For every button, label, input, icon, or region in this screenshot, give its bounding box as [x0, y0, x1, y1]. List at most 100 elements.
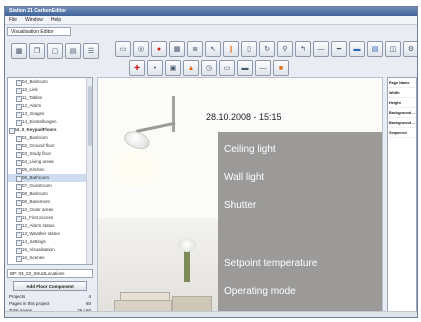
arrow-icon[interactable]: ↰: [295, 41, 311, 57]
button-icon[interactable]: ▬: [237, 60, 253, 76]
add-floor-component-button[interactable]: Add Floor Component: [13, 281, 87, 291]
shutter-button[interactable]: Shutter: [224, 200, 256, 211]
tab-label: Visualisation Editor: [11, 29, 54, 35]
app-window: Station 21 CarbonEditor File Window Help…: [4, 6, 418, 318]
page-icon[interactable]: ▯: [241, 41, 257, 57]
control-panel: Ceiling light Wall light Shutter Setpoin…: [218, 132, 382, 312]
window-title: Station 21 CarbonEditor: [9, 8, 67, 14]
text-icon[interactable]: ▭: [219, 60, 235, 76]
image-icon[interactable]: ▣: [165, 60, 181, 76]
sidebar: 04_Bedroom 10_Link 11_Tables 12_Alarm 13_Ima…: [7, 77, 93, 313]
menu-help[interactable]: Help: [51, 16, 61, 24]
tree-item[interactable]: 14_Settings: [8, 238, 92, 246]
tree-item[interactable]: 15_Visualisation: [8, 246, 92, 254]
link-icon[interactable]: ⚲: [277, 41, 293, 57]
alert-icon[interactable]: ■: [273, 60, 289, 76]
tree-item[interactable]: 03_Study floor: [8, 150, 92, 158]
tree-item[interactable]: 04_Bedroom: [8, 78, 92, 86]
tree-item[interactable]: 08_Bedroom: [8, 190, 92, 198]
ceiling-light-button[interactable]: Ceiling light: [224, 144, 276, 155]
prop-background-1[interactable]: Background ...: [388, 108, 416, 118]
pointer-icon[interactable]: ↖: [205, 41, 221, 57]
book: [120, 292, 170, 301]
window-title-bar: Station 21 CarbonEditor: [5, 7, 417, 16]
prop-width[interactable]: Width: [388, 88, 416, 98]
tree-item[interactable]: 05_Kitchen: [8, 166, 92, 174]
books: [110, 278, 220, 312]
operating-mode-button[interactable]: Operating mode: [224, 286, 296, 297]
status-bar: [5, 311, 417, 317]
layout-icon[interactable]: ▤: [65, 43, 81, 59]
record-icon[interactable]: ●: [151, 41, 167, 57]
warning-icon[interactable]: ▲: [183, 60, 199, 76]
lamp-stem: [172, 96, 175, 132]
stat-row: Projects 4: [7, 293, 93, 300]
prop-background-2[interactable]: Background ...: [388, 118, 416, 128]
tree-item[interactable]: 13_Images: [8, 110, 92, 118]
list-icon[interactable]: ≣: [187, 41, 203, 57]
tree-item[interactable]: 01_Bedroom: [8, 134, 92, 142]
page-tree[interactable]: 04_Bedroom 10_Link 11_Tables 12_Alarm 13_Ima…: [7, 77, 93, 265]
tree-item[interactable]: 11_First access: [8, 214, 92, 222]
tag-icon[interactable]: ✚: [129, 60, 145, 76]
prop-sequence[interactable]: Sequence: [388, 128, 416, 138]
left-toolbar: ▦ ❐ ▢ ▤ ☰: [11, 43, 99, 61]
value-icon[interactable]: —: [255, 60, 271, 76]
setpoint-temperature-button[interactable]: Setpoint temperature: [224, 258, 317, 269]
group-icon[interactable]: ◎: [133, 41, 149, 57]
prop-page-name[interactable]: Page Name: [388, 78, 416, 88]
tree-scroll-thumb[interactable]: [88, 86, 92, 146]
window-icon[interactable]: ▬: [349, 41, 365, 57]
menu-window[interactable]: Window: [25, 16, 43, 24]
align-icon[interactable]: ☰: [83, 43, 99, 59]
tree-item[interactable]: 14_Einstellungen: [8, 118, 92, 126]
menu-file[interactable]: File: [9, 16, 17, 24]
menu-bar: File Window Help: [5, 16, 417, 25]
tree-item[interactable]: 13_Weather status: [8, 230, 92, 238]
lamp-arm: [135, 121, 176, 133]
visualisation-canvas[interactable]: 28.10.2008 - 15:15 Ceiling light Wall li…: [97, 77, 383, 313]
lamp-light: [106, 148, 166, 188]
clock-icon[interactable]: ◷: [201, 60, 217, 76]
tree-item[interactable]: 11_Tables: [8, 94, 92, 102]
grid-icon[interactable]: ▦: [169, 41, 185, 57]
tree-item[interactable]: 07_Guestroom: [8, 182, 92, 190]
panel-icon[interactable]: ▭: [115, 41, 131, 57]
gallery-icon[interactable]: ▤: [367, 41, 383, 57]
main-toolbar: ▭ ◎ ● ▦ ≣ ↖ ❙ ▯ ↻ ⚲ ↰ — ━ ▬ ▤ ◫ ⚙ ✚ • ▣ …: [115, 41, 417, 77]
properties-panel: Page Name Width Height Background ... Ba…: [387, 77, 417, 313]
tree-group[interactable]: 04_3_KeypadFloors: [8, 126, 92, 134]
chart-icon[interactable]: ◫: [385, 41, 401, 57]
stat-label: Projects: [9, 294, 26, 299]
tree-item[interactable]: 16_Scenes: [8, 254, 92, 262]
tree-item[interactable]: 10_Outer areas: [8, 206, 92, 214]
tree-item[interactable]: 12_Alarm status: [8, 222, 92, 230]
tree-item[interactable]: 09_Basement: [8, 198, 92, 206]
tree-item[interactable]: 12_Alarm: [8, 102, 92, 110]
dot-icon[interactable]: •: [147, 60, 163, 76]
flower-stem: [184, 248, 190, 282]
grid-icon[interactable]: ▦: [11, 43, 27, 59]
wall-light-button[interactable]: Wall light: [224, 172, 264, 183]
stat-value: 4: [88, 294, 91, 299]
tree-item[interactable]: 06_Bathroom: [8, 174, 92, 182]
prop-height[interactable]: Height: [388, 98, 416, 108]
stat-row: Pages in this project 60: [7, 300, 93, 307]
datetime-display: 28.10.2008 - 15:15: [206, 112, 282, 122]
filter-input[interactable]: BP: 03_03_StructLocations: [7, 269, 93, 278]
tab-visualisation-editor[interactable]: Visualisation Editor: [7, 27, 71, 36]
tree-scrollbar[interactable]: [86, 78, 92, 264]
flower-bloom: [178, 238, 196, 252]
tree-item[interactable]: 10_Link: [8, 86, 92, 94]
rotate-icon[interactable]: ↻: [259, 41, 275, 57]
stat-label: Pages in this project: [9, 301, 50, 306]
tree-item[interactable]: 02_Ground floor: [8, 142, 92, 150]
settings-icon[interactable]: ⚙: [403, 41, 417, 57]
copy-icon[interactable]: ❐: [29, 43, 45, 59]
slider-icon[interactable]: —: [313, 41, 329, 57]
bar-icon[interactable]: ━: [331, 41, 347, 57]
lamp-icon[interactable]: ❙: [223, 41, 239, 57]
stat-value: 60: [85, 301, 91, 306]
tree-item[interactable]: 04_Living areas: [8, 158, 92, 166]
paste-icon[interactable]: ▢: [47, 43, 63, 59]
